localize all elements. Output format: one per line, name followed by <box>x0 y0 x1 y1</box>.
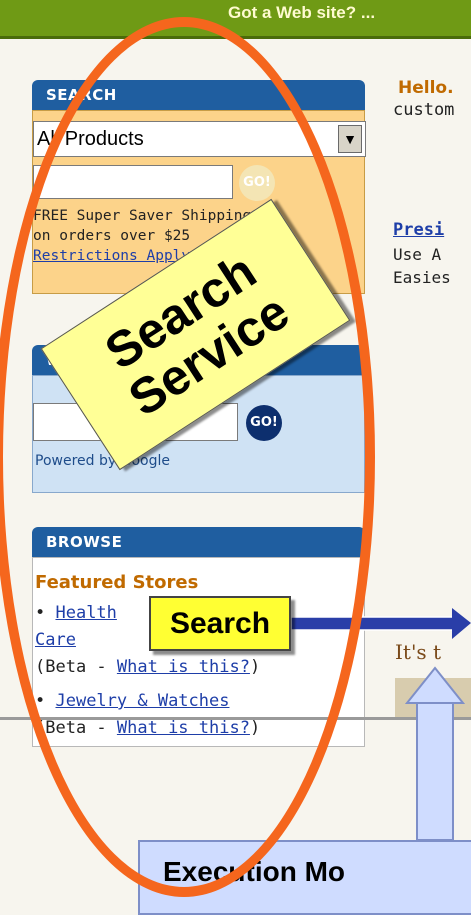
chevron-down-icon[interactable]: ▼ <box>338 125 362 153</box>
promo-text-line-1: Use A <box>393 245 442 264</box>
highlight-oval <box>0 17 375 897</box>
promo-banner-text[interactable]: Got a Web site? ... <box>228 3 375 23</box>
presidents-link[interactable]: Presi <box>393 220 444 240</box>
promo-heading: It's t <box>395 640 442 664</box>
greeting-text: Hello. <box>398 78 454 98</box>
search-callout: Search <box>149 596 291 651</box>
customer-text: custom <box>393 100 455 120</box>
promo-text-line-2: Easies <box>393 268 451 287</box>
promo-image <box>395 678 471 718</box>
